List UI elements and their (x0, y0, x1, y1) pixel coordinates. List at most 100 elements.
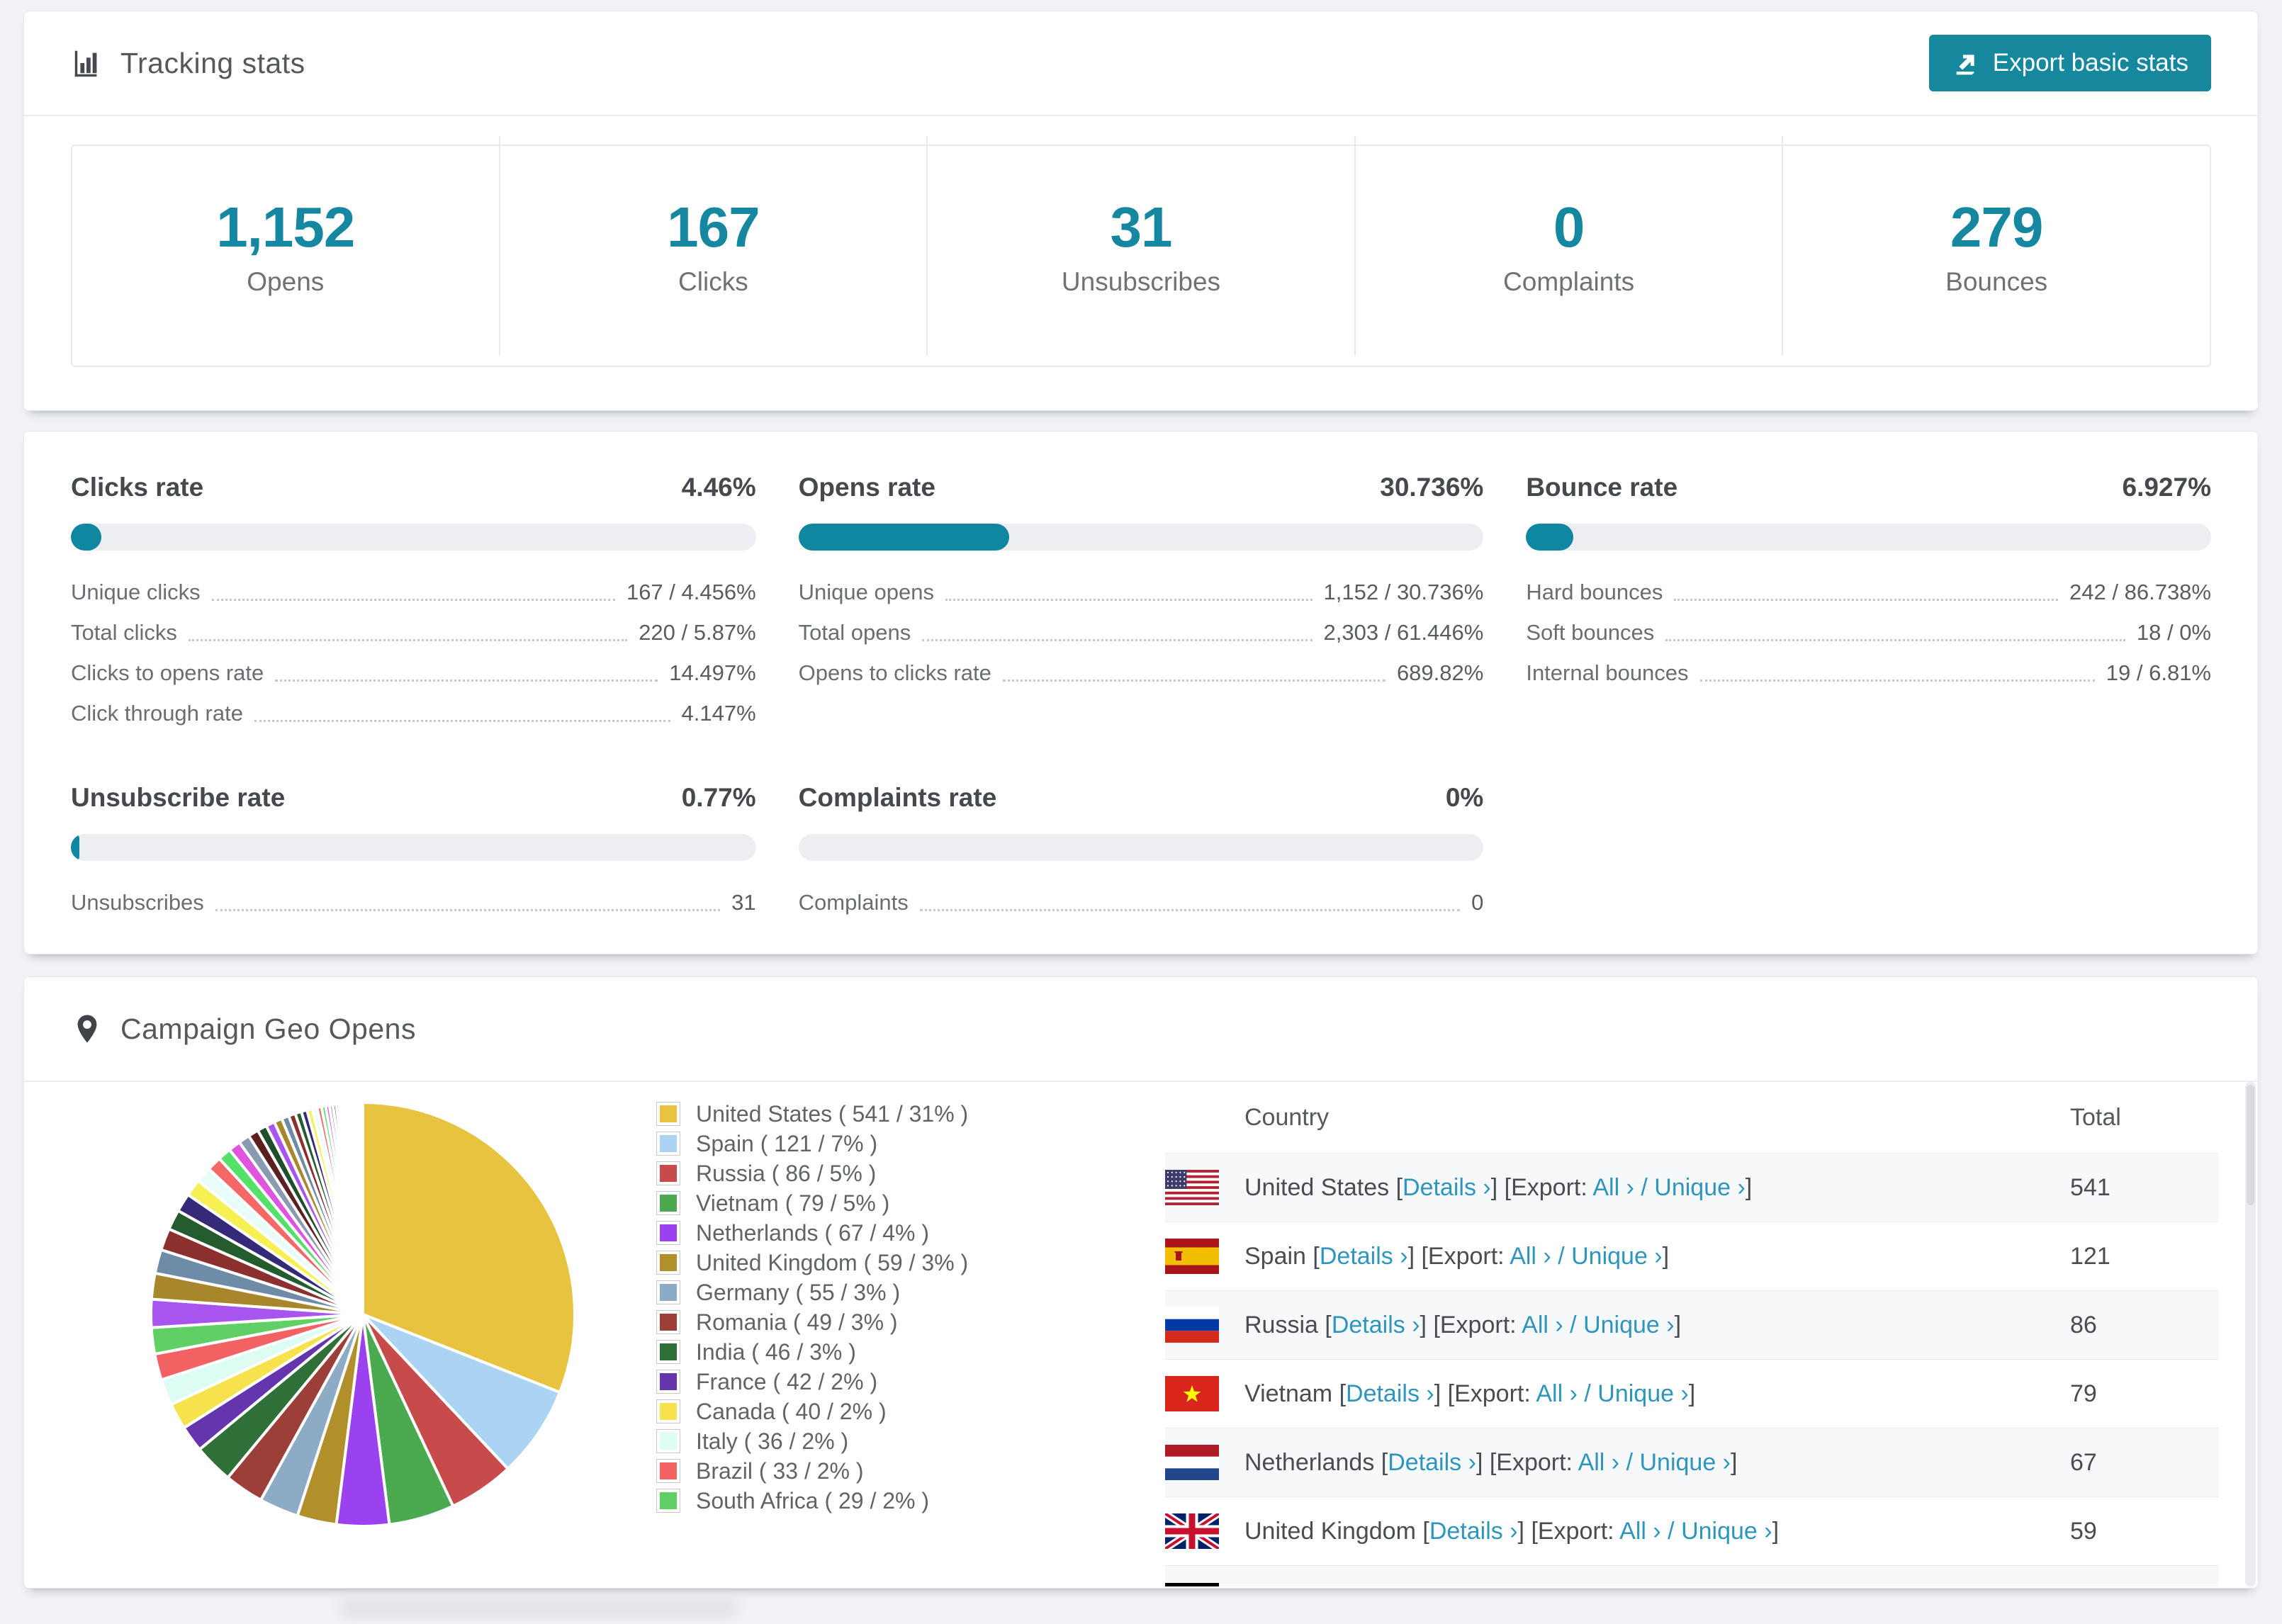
stat-label: Bounces (1945, 267, 2048, 296)
bracket: [ (1313, 1242, 1320, 1270)
export-basic-stats-button[interactable]: Export basic stats (1928, 35, 2211, 91)
export-prefix: [Export: (1504, 1173, 1593, 1201)
total-cell: 79 (2070, 1380, 2097, 1407)
stat-value: 167 (667, 196, 760, 259)
legend-swatch (656, 1251, 680, 1275)
legend-label: Italy ( 36 / 2% ) (696, 1428, 849, 1454)
legend-item: United Kingdom ( 59 / 3% ) (656, 1248, 968, 1278)
rate-progress-fill (71, 834, 79, 861)
rate-progress-track (1526, 524, 2211, 551)
export-button-label: Export basic stats (1992, 49, 2188, 77)
total-cell: 121 (2070, 1242, 2110, 1270)
details-link[interactable]: Details › (1429, 1518, 1518, 1545)
details-link[interactable]: Details › (1403, 1174, 1491, 1201)
rate-header: Opens rate 30.736% (799, 473, 1484, 502)
geo-title: Campaign Geo Opens (120, 1012, 416, 1045)
rate-row-label: Unsubscribes (71, 890, 204, 915)
rate-detail-row: Hard bounces 242 / 86.738% (1526, 569, 2211, 609)
column-header-country: Country (1244, 1103, 1330, 1131)
table-row: Vietnam [Details ›] [Export: All › / Uni… (1165, 1359, 2219, 1428)
legend-label: Vietnam ( 79 / 5% ) (696, 1190, 890, 1216)
rate-detail-rows: Complaints 0 (799, 879, 1484, 920)
details-link[interactable]: Details › (1388, 1449, 1476, 1476)
rate-row-label: Unique clicks (71, 580, 201, 604)
rate-row-value: 19 / 6.81% (2106, 660, 2211, 685)
export-all-link[interactable]: All › (1619, 1518, 1661, 1545)
rate-row-label: Complaints (798, 890, 909, 915)
rate-title: Opens rate (798, 473, 935, 502)
legend-item: South Africa ( 29 / 2% ) (656, 1486, 968, 1516)
export-all-link[interactable]: All › (1578, 1449, 1620, 1476)
country-cell: Russia [Details ›] [Export: All › / Uniq… (1244, 1312, 2070, 1339)
rate-row-value: 689.82% (1396, 660, 1484, 685)
export-unique-link[interactable]: Unique › (1681, 1518, 1772, 1545)
rate-row-label: Internal bounces (1526, 660, 1689, 685)
export-all-link[interactable]: All › (1592, 1174, 1634, 1201)
legend-label: Canada ( 40 / 2% ) (696, 1398, 887, 1424)
legend-swatch (656, 1310, 680, 1334)
export-all-link[interactable]: All › (1522, 1312, 1563, 1338)
export-all-link[interactable]: All › (1536, 1380, 1578, 1407)
bracket: ] (1772, 1517, 1780, 1545)
bracket: ] (1688, 1380, 1696, 1407)
bracket: [ (1395, 1173, 1403, 1201)
export-all-link[interactable]: All › (1510, 1243, 1551, 1270)
legend-item: Romania ( 49 / 3% ) (656, 1307, 968, 1337)
vertical-scrollbar-thumb[interactable] (2247, 1085, 2254, 1205)
rate-progress-fill (798, 524, 1009, 551)
rate-value: 4.46% (681, 473, 756, 502)
export-icon (1956, 55, 1974, 75)
export-unique-link[interactable]: Unique › (1583, 1312, 1675, 1338)
rate-row-label: Total clicks (71, 620, 177, 645)
export-prefix: [Export: (1447, 1380, 1536, 1407)
bracket: ] (1476, 1448, 1490, 1476)
export-unique-link[interactable]: Unique › (1654, 1174, 1746, 1201)
rate-row-value: 31 (731, 890, 756, 915)
details-link[interactable]: Details › (1320, 1243, 1408, 1270)
stat-label: Clicks (678, 267, 748, 296)
stat-label: Unsubscribes (1061, 267, 1221, 296)
legend-item: Netherlands ( 67 / 4% ) (656, 1218, 968, 1248)
stat-value: 0 (1553, 196, 1585, 259)
export-unique-link[interactable]: Unique › (1571, 1243, 1663, 1270)
export-unique-link[interactable]: Unique › (1639, 1449, 1731, 1476)
bracket: ] (1407, 1242, 1422, 1270)
legend-item: Italy ( 36 / 2% ) (656, 1426, 968, 1456)
rates-card: Clicks rate 4.46% Unique clicks 167 / 4.456… (23, 431, 2259, 954)
rate-row-label: Soft bounces (1526, 620, 1655, 645)
legend-label: Russia ( 86 / 5% ) (696, 1160, 877, 1186)
rate-title: Bounce rate (1526, 473, 1678, 502)
rate-row-label: Unique opens (798, 580, 934, 604)
details-link[interactable]: Details › (1346, 1380, 1434, 1407)
details-link[interactable]: Details › (1332, 1312, 1420, 1338)
legend-swatch (656, 1191, 680, 1215)
rate-title: Complaints rate (798, 783, 997, 812)
rate-row-value: 14.497% (669, 660, 756, 685)
legend-label: Netherlands ( 67 / 4% ) (696, 1219, 930, 1246)
rate-detail-row: Total clicks 220 / 5.87% (71, 609, 756, 650)
rate-header: Unsubscribe rate 0.77% (71, 783, 756, 813)
rate-value: 30.736% (1380, 473, 1484, 502)
rate-title: Clicks rate (71, 473, 204, 502)
rate-section-opens-rate: Opens rate 30.736% Unique opens 1,152 / 30.… (798, 473, 1484, 731)
rate-detail-row: Complaints 0 (799, 879, 1484, 920)
dotted-leader (1665, 639, 2125, 641)
legend-label: Brazil ( 33 / 2% ) (696, 1457, 864, 1484)
country-name: Russia (1244, 1311, 1325, 1338)
export-unique-link[interactable]: Unique › (1597, 1380, 1689, 1407)
legend-swatch (656, 1280, 680, 1304)
country-cell: Spain [Details ›] [Export: All › / Uniqu… (1244, 1243, 2070, 1270)
bracket: [ (1422, 1517, 1429, 1545)
geo-opens-pie-chart (150, 1100, 576, 1528)
legend-label: Germany ( 55 / 3% ) (696, 1279, 901, 1305)
stat-cell-complaints: 0 Complaints (1354, 136, 1782, 356)
country-name: Spain (1244, 1242, 1313, 1270)
dotted-leader (275, 680, 658, 682)
rate-row-label: Total opens (798, 620, 911, 645)
table-row: United Kingdom [Details ›] [Export: All … (1165, 1496, 2219, 1565)
dotted-leader (211, 599, 615, 601)
bar-chart-icon (74, 50, 97, 77)
legend-item: Germany ( 55 / 3% ) (656, 1278, 968, 1307)
campaign-geo-opens-card: Campaign Geo Opens United States ( 541 /… (23, 976, 2259, 1589)
rate-progress-track (798, 834, 1484, 861)
